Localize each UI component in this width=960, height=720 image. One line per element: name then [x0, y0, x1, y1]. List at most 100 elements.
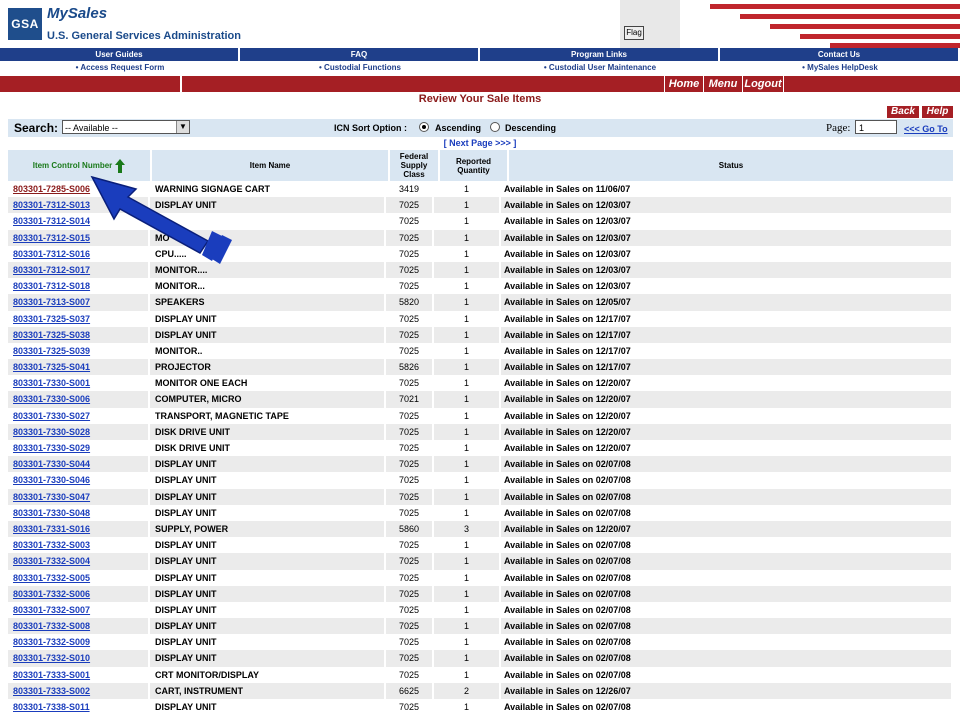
item-control-number-link[interactable]: 803301-7330-S006 — [8, 391, 150, 408]
menu-button[interactable]: Menu — [703, 76, 742, 92]
table-row: 803301-7332-S007 DISPLAY UNIT 7025 1 Availab… — [8, 601, 953, 619]
status-cell: Available in Sales on 02/07/08 — [501, 553, 953, 570]
quantity-cell: 1 — [434, 326, 501, 343]
item-control-number-link[interactable]: 803301-7325-S037 — [8, 310, 150, 327]
home-button[interactable]: Home — [664, 76, 703, 92]
app-title: MySales — [47, 5, 108, 22]
item-control-number-link[interactable]: 803301-7332-S008 — [8, 618, 150, 635]
search-label: Search: — [14, 121, 59, 135]
status-cell: Available in Sales on 02/07/08 — [501, 537, 953, 554]
quantity-cell: 1 — [434, 181, 501, 198]
item-control-number-link[interactable]: 803301-7332-S007 — [8, 601, 150, 619]
fsc-cell: 7025 — [386, 569, 434, 586]
status-cell: Available in Sales on 12/05/07 — [501, 294, 953, 311]
fsc-cell: 3419 — [386, 181, 434, 198]
sort-ascending-radio[interactable] — [419, 122, 429, 132]
help-button[interactable]: Help — [922, 106, 953, 118]
item-name-cell: DISPLAY UNIT — [150, 650, 386, 667]
status-select[interactable]: -- Available -- ▼ — [62, 120, 190, 134]
nav-mysales-helpdesk[interactable]: • MySales HelpDesk — [720, 61, 960, 75]
status-cell: Available in Sales on 02/07/08 — [501, 472, 953, 489]
fsc-cell: 7025 — [386, 423, 434, 440]
table-row: 803301-7325-S041 PROJECTOR 5826 1 Available … — [8, 359, 953, 376]
item-control-number-link[interactable]: 803301-7338-S011 — [8, 699, 150, 716]
column-header-status: Status — [509, 150, 953, 181]
item-control-number-link[interactable]: 803301-7330-S048 — [8, 504, 150, 521]
quantity-cell: 1 — [434, 488, 501, 505]
item-control-number-link[interactable]: 803301-7330-S027 — [8, 407, 150, 424]
item-control-number-link[interactable]: 803301-7325-S039 — [8, 342, 150, 360]
item-control-number-link[interactable]: 803301-7325-S038 — [8, 326, 150, 343]
item-name-cell: DISPLAY UNIT — [150, 310, 386, 327]
fsc-cell: 7025 — [386, 634, 434, 651]
goto-link[interactable]: <<< Go To — [904, 124, 948, 134]
item-control-number-link[interactable]: 803301-7313-S007 — [8, 294, 150, 311]
item-control-number-link[interactable]: 803301-7330-S044 — [8, 456, 150, 473]
status-cell: Available in Sales on 12/20/07 — [501, 407, 953, 424]
item-control-number-link[interactable]: 803301-7332-S006 — [8, 585, 150, 602]
fsc-cell: 7025 — [386, 650, 434, 667]
page-title: Review Your Sale Items — [418, 93, 542, 105]
item-control-number-link[interactable]: 803301-7330-S047 — [8, 488, 150, 505]
status-cell: Available in Sales on 12/17/07 — [501, 359, 953, 376]
back-button[interactable]: Back — [887, 106, 919, 118]
table-row: 803301-7332-S006 DISPLAY UNIT 7025 1 Availab… — [8, 585, 953, 602]
quantity-cell: 1 — [434, 666, 501, 683]
fsc-cell: 7025 — [386, 310, 434, 327]
gsa-logo[interactable]: GSA — [8, 8, 42, 40]
item-control-number-link[interactable]: 803301-7332-S009 — [8, 634, 150, 651]
quantity-cell: 1 — [434, 585, 501, 602]
nav-user-guides[interactable]: User Guides — [0, 48, 240, 61]
status-cell: Available in Sales on 12/17/07 — [501, 342, 953, 360]
item-name-cell: MONITOR ONE EACH — [150, 375, 386, 392]
item-name-cell: PROJECTOR — [150, 359, 386, 376]
status-select-value: -- Available -- — [65, 123, 118, 133]
logout-button[interactable]: Logout — [742, 76, 784, 92]
table-row: 803301-7338-S011 DISPLAY UNIT 7025 1 Availab… — [8, 699, 953, 716]
quantity-cell: 1 — [434, 553, 501, 570]
quantity-cell: 1 — [434, 504, 501, 521]
nav-faq[interactable]: FAQ — [240, 48, 480, 61]
fsc-cell: 7025 — [386, 375, 434, 392]
table-row: 803301-7330-S046 DISPLAY UNIT 7025 1 Availab… — [8, 472, 953, 489]
page-number-input[interactable]: 1 — [855, 120, 897, 134]
quantity-cell: 1 — [434, 245, 501, 262]
next-page-link[interactable]: [ Next Page >>> ] — [0, 138, 960, 148]
fsc-cell: 7025 — [386, 585, 434, 602]
table-row: 803301-7330-S047 DISPLAY UNIT 7025 1 Availab… — [8, 488, 953, 505]
item-control-number-link[interactable]: 803301-7333-S001 — [8, 666, 150, 683]
item-name-cell: SUPPLY, POWER — [150, 520, 386, 538]
column-header-fsc: Federal Supply Class — [390, 150, 440, 181]
nav-custodial-user-maintenance[interactable]: • Custodial User Maintenance — [480, 61, 720, 75]
table-row: 803301-7330-S029 DISK DRIVE UNIT 7025 1 Avai… — [8, 440, 953, 457]
item-name-cell: DISPLAY UNIT — [150, 553, 386, 570]
item-control-number-link[interactable]: 803301-7330-S029 — [8, 440, 150, 457]
chevron-down-icon[interactable]: ▼ — [176, 121, 189, 133]
nav-custodial-functions[interactable]: • Custodial Functions — [240, 61, 480, 75]
item-control-number-link[interactable]: 803301-7332-S005 — [8, 569, 150, 586]
fsc-cell: 7025 — [386, 488, 434, 505]
quantity-cell: 1 — [434, 440, 501, 457]
item-control-number-link[interactable]: 803301-7325-S041 — [8, 359, 150, 376]
item-control-number-link[interactable]: 803301-7332-S003 — [8, 537, 150, 554]
table-row: 803301-7330-S028 DISK DRIVE UNIT 7025 1 Avai… — [8, 423, 953, 440]
item-control-number-link[interactable]: 803301-7332-S004 — [8, 553, 150, 570]
nav-contact-us[interactable]: Contact Us — [720, 48, 960, 61]
sort-up-arrow-icon[interactable] — [115, 158, 126, 173]
item-control-number-link[interactable]: 803301-7332-S010 — [8, 650, 150, 667]
item-control-number-link[interactable]: 803301-7312-S018 — [8, 278, 150, 295]
nav-access-request-form[interactable]: • Access Request Form — [0, 61, 240, 75]
nav-program-links[interactable]: Program Links — [480, 48, 720, 61]
item-control-number-link[interactable]: 803301-7330-S001 — [8, 375, 150, 392]
table-row: 803301-7333-S002 CART, INSTRUMENT 6625 2 Ava… — [8, 682, 953, 699]
item-control-number-link[interactable]: 803301-7331-S016 — [8, 520, 150, 538]
quantity-cell: 1 — [434, 310, 501, 327]
quantity-cell: 3 — [434, 520, 501, 538]
item-control-number-link[interactable]: 803301-7330-S028 — [8, 423, 150, 440]
item-name-cell: COMPUTER, MICRO — [150, 391, 386, 408]
quantity-cell: 1 — [434, 278, 501, 295]
status-cell: Available in Sales on 12/17/07 — [501, 326, 953, 343]
sort-descending-radio[interactable] — [490, 122, 500, 132]
item-control-number-link[interactable]: 803301-7333-S002 — [8, 682, 150, 699]
item-control-number-link[interactable]: 803301-7330-S046 — [8, 472, 150, 489]
